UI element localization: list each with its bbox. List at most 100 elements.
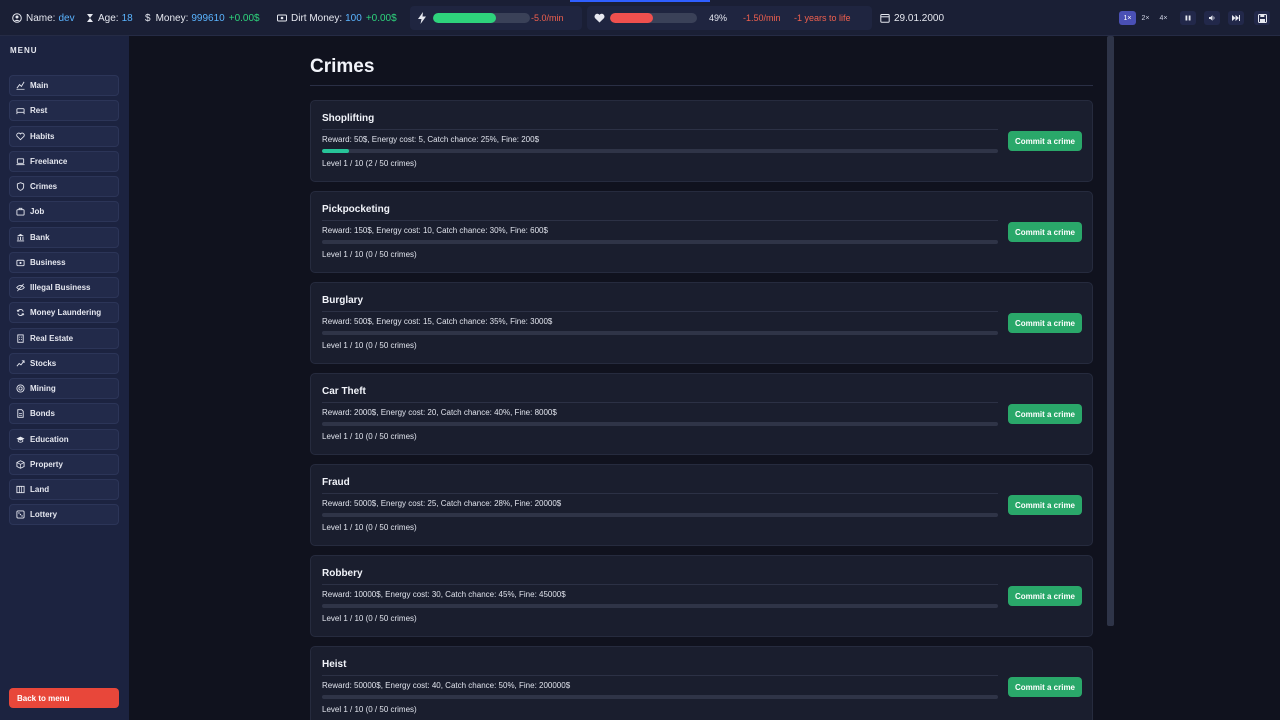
pause-icon <box>1185 15 1191 21</box>
commit-crime-button[interactable]: Commit a crime <box>1008 222 1082 242</box>
sidebar-item-label: Main <box>30 81 49 90</box>
back-to-menu-button[interactable]: Back to menu <box>9 688 119 708</box>
health-rate: -1.50/min <box>743 13 781 23</box>
commit-crime-button[interactable]: Commit a crime <box>1008 495 1082 515</box>
crime-divider <box>322 675 998 676</box>
save-button[interactable] <box>1254 11 1270 25</box>
crime-progress-bar <box>322 149 998 153</box>
crime-details: Reward: 2000$, Energy cost: 20, Catch ch… <box>322 408 557 417</box>
crime-divider <box>322 493 998 494</box>
building-icon <box>17 333 24 343</box>
commit-crime-button[interactable]: Commit a crime <box>1008 131 1082 151</box>
sidebar-item-business[interactable]: Business <box>9 251 119 273</box>
laptop-icon <box>16 158 25 165</box>
commit-crime-button[interactable]: Commit a crime <box>1008 404 1082 424</box>
crime-card: Shoplifting Reward: 50$, Energy cost: 5, … <box>310 100 1093 182</box>
sidebar-item-label: Freelance <box>30 156 68 166</box>
crime-divider <box>322 311 998 312</box>
money-stat: $ Money: 999610 +0.00$ <box>145 0 260 36</box>
sidebar-item-label: Lottery <box>30 510 58 520</box>
sidebar-item-job[interactable]: Job <box>9 201 119 223</box>
heart-icon <box>16 132 25 140</box>
sidebar-item-crimes[interactable]: Crimes <box>9 176 119 197</box>
sidebar-item-real-estate[interactable]: Real Estate <box>9 327 119 349</box>
title-divider <box>310 85 1093 86</box>
sidebar-item-mining[interactable]: Mining <box>9 378 119 399</box>
sidebar-item-label: Money Laundering <box>30 308 102 318</box>
money-delta: +0.00$ <box>228 12 260 24</box>
crime-details: Reward: 5000$, Energy cost: 25, Catch ch… <box>322 499 562 508</box>
sidebar-item-label: Land <box>30 485 50 494</box>
speed-2x-button[interactable]: 2× <box>1137 11 1154 25</box>
sidebar-item-lottery[interactable]: Lottery <box>9 504 119 526</box>
sidebar-item-freelance[interactable]: Freelance <box>9 150 119 172</box>
save-icon <box>1257 13 1267 23</box>
sidebar-item-money-laundering[interactable]: Money Laundering <box>9 302 119 324</box>
bed-icon <box>16 108 25 115</box>
sidebar-item-bank[interactable]: Bank <box>9 226 119 248</box>
energy-bar <box>433 13 530 23</box>
sidebar-item-main[interactable]: Main <box>9 75 119 96</box>
money-value: 999610 <box>191 12 225 24</box>
sidebar-item-label: Real Estate <box>30 333 74 343</box>
commit-crime-button[interactable]: Commit a crime <box>1008 586 1082 606</box>
name-label: Name: <box>26 12 56 24</box>
dice-icon <box>16 510 25 519</box>
crime-progress-bar <box>322 422 998 426</box>
sidebar-item-illegal-business[interactable]: Illegal Business <box>9 277 119 298</box>
sidebar-item-property[interactable]: Property <box>9 453 119 475</box>
crime-card: Pickpocketing Reward: 150$, Energy cost: … <box>310 191 1093 273</box>
speed-4x-button[interactable]: 4× <box>1155 11 1172 25</box>
name-value: dev <box>58 12 75 24</box>
sidebar-item-label: Rest <box>30 106 48 116</box>
store-icon <box>16 259 25 266</box>
dirt-money-value: 100 <box>345 12 362 24</box>
bank-icon <box>16 233 25 241</box>
crime-name: Pickpocketing <box>322 204 390 215</box>
speed-1x-button[interactable]: 1× <box>1119 11 1136 25</box>
stocks-icon <box>16 360 25 367</box>
crime-progress-bar <box>322 240 998 244</box>
health-life: -1 years to life <box>794 13 851 23</box>
pause-button[interactable] <box>1180 11 1196 25</box>
crime-name: Fraud <box>322 477 350 488</box>
player-name: Name: dev <box>12 0 75 36</box>
energy-meter: -5.0/min <box>410 6 582 30</box>
sidebar-item-land[interactable]: Land <box>9 479 119 500</box>
top-bar: Name: dev Age: 18 $ Money: 999610 +0.00$… <box>0 0 1280 36</box>
sidebar-item-label: Stocks <box>30 358 57 368</box>
crime-level: Level 1 / 10 (2 / 50 crimes) <box>322 159 417 168</box>
sidebar-item-habits[interactable]: Habits <box>9 125 119 147</box>
crime-name: Robbery <box>322 568 363 579</box>
game-date: 29.01.2000 <box>880 0 944 36</box>
crime-card: Heist Reward: 50000$, Energy cost: 40, Ca… <box>310 646 1093 720</box>
graduation-icon <box>16 436 25 443</box>
sidebar-item-stocks[interactable]: Stocks <box>9 352 119 374</box>
health-percent: 49% <box>709 13 728 23</box>
crime-progress-bar <box>322 513 998 517</box>
sidebar-item-bonds[interactable]: Bonds <box>9 403 119 425</box>
crime-name: Shoplifting <box>322 113 375 124</box>
fast-forward-button[interactable] <box>1228 11 1244 25</box>
scrollbar[interactable] <box>1107 36 1114 626</box>
sidebar-item-label: Bank <box>30 232 50 242</box>
crime-divider <box>322 220 998 221</box>
menu-title: MENU <box>10 46 38 55</box>
sidebar-item-education[interactable]: Education <box>9 428 119 450</box>
crime-details: Reward: 50000$, Energy cost: 40, Catch c… <box>322 681 571 690</box>
crime-name: Heist <box>322 659 347 670</box>
commit-crime-button[interactable]: Commit a crime <box>1008 677 1082 697</box>
heart-icon <box>594 13 605 23</box>
crime-level: Level 1 / 10 (0 / 50 crimes) <box>322 341 417 350</box>
crime-card: Burglary Reward: 500$, Energy cost: 15, C… <box>310 282 1093 364</box>
crime-progress-bar <box>322 331 998 335</box>
player-age: Age: 18 <box>86 0 133 36</box>
commit-crime-button[interactable]: Commit a crime <box>1008 313 1082 333</box>
sidebar-item-label: Bonds <box>30 409 55 419</box>
sound-button[interactable] <box>1204 11 1220 25</box>
sidebar-item-label: Business <box>30 257 66 267</box>
hourglass-icon <box>87 14 93 22</box>
sidebar-item-rest[interactable]: Rest <box>9 100 119 122</box>
crime-divider <box>322 402 998 403</box>
crime-level: Level 1 / 10 (0 / 50 crimes) <box>322 705 417 714</box>
